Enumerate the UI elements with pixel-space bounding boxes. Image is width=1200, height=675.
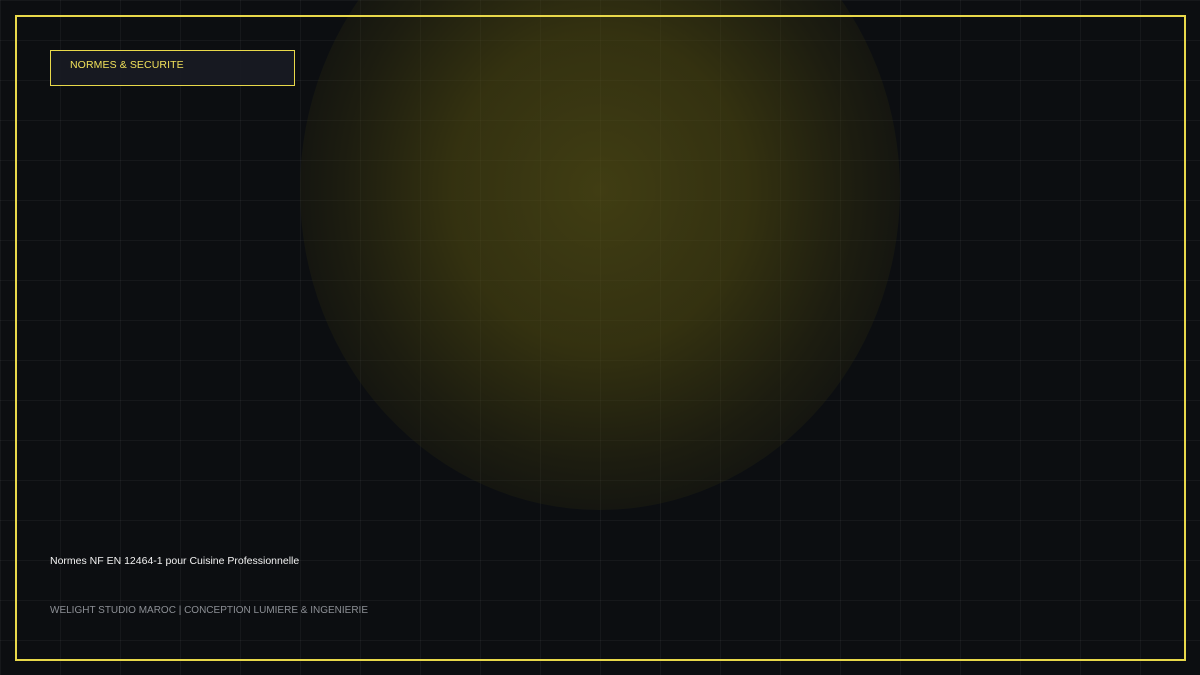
section-badge: NORMES & SECURITE bbox=[50, 50, 295, 86]
slide: NORMES & SECURITE Normes NF EN 12464-1 p… bbox=[0, 0, 1200, 675]
section-badge-label: NORMES & SECURITE bbox=[70, 59, 184, 71]
slide-subtitle: Normes NF EN 12464-1 pour Cuisine Profes… bbox=[50, 555, 300, 567]
footer-credit: WELIGHT STUDIO MAROC | CONCEPTION LUMIER… bbox=[50, 605, 369, 616]
spotlight-glow bbox=[300, 0, 900, 510]
